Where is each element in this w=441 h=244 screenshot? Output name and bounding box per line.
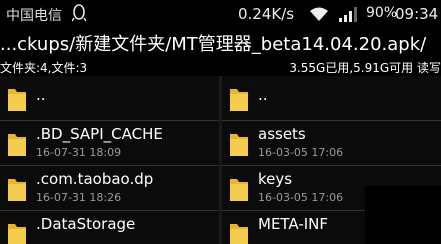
- overlay-block: [365, 186, 441, 244]
- file-row[interactable]: assets 16-03-05 17:06: [222, 121, 441, 166]
- file-name: .com.taobao.dp: [36, 170, 154, 188]
- file-date: 16-07-31 18:09: [36, 146, 122, 159]
- folder-icon: [8, 179, 26, 201]
- wifi-icon: [310, 7, 328, 21]
- file-name: .DataStorage: [36, 215, 136, 233]
- signal-icon: [339, 7, 357, 22]
- file-date: 16-07-31 18:26: [36, 191, 122, 204]
- folder-icon: [8, 134, 26, 156]
- file-name: META-INF: [258, 215, 329, 233]
- file-name: .BD_SAPI_CACHE: [36, 125, 163, 143]
- item-counts: 文件夹:4,文件:3: [0, 61, 88, 75]
- storage-info: 3.55G已用,5.91G可用 读写: [289, 61, 441, 75]
- left-file-pane[interactable]: .. .BD_SAPI_CACHE 16-07-31 18:09 .com.ta…: [0, 76, 219, 244]
- folder-icon: [8, 224, 26, 244]
- network-speed: 0.24K/s: [238, 5, 295, 23]
- file-name: keys: [258, 170, 293, 188]
- current-path: ...ckups/新建文件夹/MT管理器_beta14.04.20.apk/: [0, 34, 427, 55]
- folder-icon: [230, 179, 248, 201]
- parent-dir-row[interactable]: ..: [0, 76, 219, 121]
- folder-icon: [230, 89, 248, 111]
- carrier-label: 中国电信: [6, 8, 62, 24]
- clock: 09:34: [395, 5, 439, 23]
- file-date: 16-03-05 17:06: [258, 191, 344, 204]
- file-row[interactable]: .com.taobao.dp 16-07-31 18:26: [0, 166, 219, 211]
- file-name: ..: [258, 86, 268, 104]
- file-row[interactable]: .BD_SAPI_CACHE 16-07-31 18:09: [0, 121, 219, 166]
- info-bar: 文件夹:4,文件:3 3.55G已用,5.91G可用 读写: [0, 58, 441, 76]
- file-name: ..: [36, 86, 46, 104]
- status-bar: 中国电信 0.24K/s 90% 09:34: [0, 0, 441, 28]
- parent-dir-row[interactable]: ..: [222, 76, 441, 121]
- folder-icon: [8, 89, 26, 111]
- folder-icon: [230, 224, 248, 244]
- file-date: 16-03-05 17:06: [258, 146, 344, 159]
- folder-icon: [230, 134, 248, 156]
- battery-level: 90%: [366, 5, 398, 21]
- file-name: assets: [258, 125, 306, 143]
- path-bar[interactable]: ...ckups/新建文件夹/MT管理器_beta14.04.20.apk/: [0, 28, 441, 58]
- qq-icon: [72, 4, 86, 22]
- file-row[interactable]: .DataStorage: [0, 211, 219, 244]
